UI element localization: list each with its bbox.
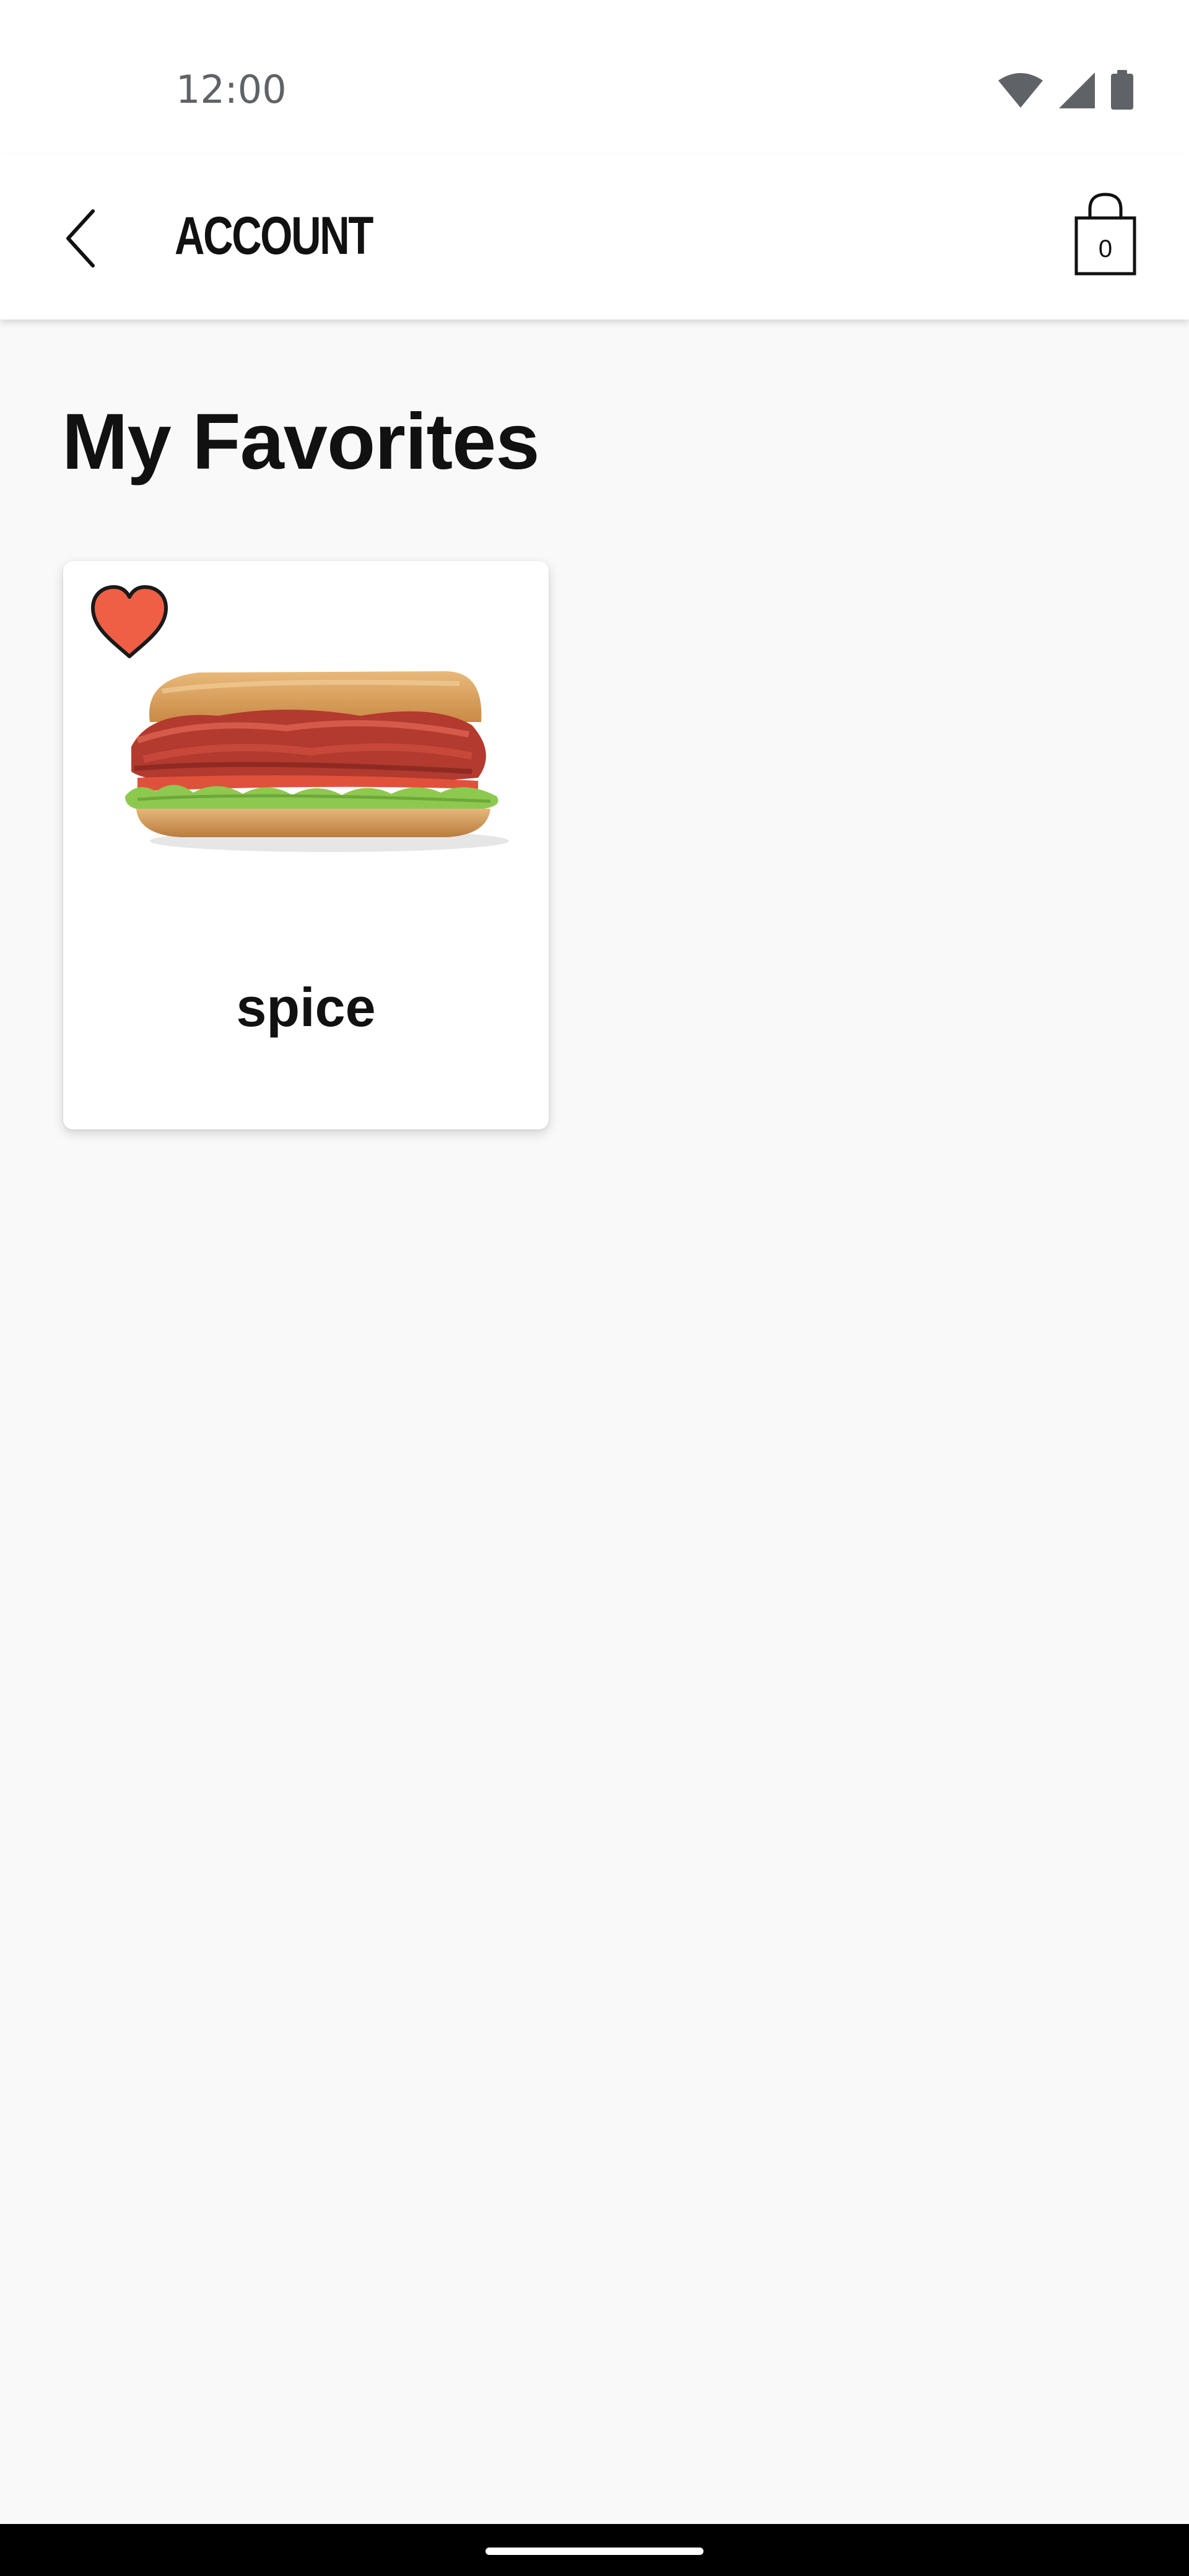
system-nav-bar (0, 2524, 1189, 2576)
chevron-left-icon (66, 209, 95, 268)
favorite-card[interactable]: spice (63, 561, 549, 1129)
bag-count: 0 (1098, 235, 1113, 263)
shopping-bag-icon (1074, 193, 1136, 276)
favorite-item-name: spice (236, 977, 376, 1038)
page-title: ACCOUNT (175, 206, 373, 266)
account-favorites-screen: 12:00 ACCOUNT 0 My Favorites spice (0, 0, 1189, 2576)
heart-icon (91, 585, 168, 658)
section-title: My Favorites (62, 398, 539, 486)
status-time: 12:00 (176, 67, 287, 112)
wifi-icon (997, 72, 1044, 109)
status-bar: 12:00 (0, 0, 1189, 155)
battery-icon (1110, 70, 1135, 111)
home-gesture-handle[interactable] (486, 2548, 703, 2555)
favorite-heart-button[interactable] (88, 583, 171, 661)
back-button[interactable] (43, 198, 118, 279)
cellular-signal-icon (1058, 71, 1096, 110)
status-icons (997, 70, 1135, 111)
app-bar: ACCOUNT 0 (0, 155, 1189, 320)
shopping-bag-button[interactable]: 0 (1065, 186, 1146, 279)
sandwich-image (125, 671, 509, 852)
